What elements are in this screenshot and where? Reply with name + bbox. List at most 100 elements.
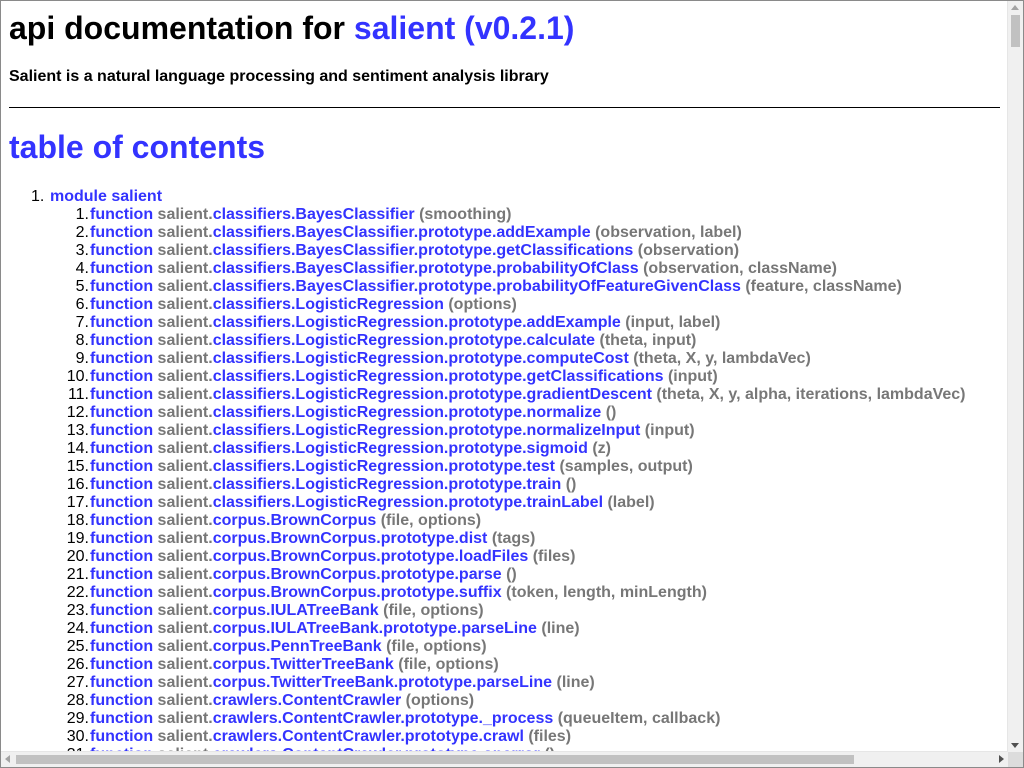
toc-item-number: 28.: [66, 692, 89, 709]
toc-item-number: 9.: [75, 350, 89, 367]
namespace-prefix: salient.: [157, 278, 213, 295]
function-name-link[interactable]: corpus.BrownCorpus.prototype.parse: [213, 566, 502, 583]
function-name-link[interactable]: crawlers.ContentCrawler: [213, 692, 402, 709]
namespace-prefix: salient.: [157, 386, 213, 403]
function-arguments: (options): [405, 692, 475, 709]
function-keyword-link[interactable]: function: [90, 566, 153, 583]
function-keyword-link[interactable]: function: [90, 458, 153, 475]
function-name-link[interactable]: crawlers.ContentCrawler.prototype.crawl: [213, 728, 524, 745]
function-arguments: (tags): [491, 530, 536, 547]
toc-function-item: 30. function salient.crawlers.ContentCraw…: [9, 728, 1000, 746]
toc-function-item: 2. function salient.classifiers.BayesClas…: [9, 224, 1000, 242]
function-name-link[interactable]: classifiers.BayesClassifier.prototype.ad…: [213, 224, 591, 241]
toc-item-signature: function salient.crawlers.ContentCrawler…: [90, 728, 571, 746]
function-keyword-link[interactable]: function: [90, 386, 153, 403]
function-name-link[interactable]: corpus.BrownCorpus.prototype.suffix: [213, 584, 502, 601]
function-name-link[interactable]: classifiers.LogisticRegression.prototype…: [213, 332, 595, 349]
horizontal-scrollbar[interactable]: [1, 751, 1008, 767]
function-arguments: (file, options): [380, 512, 482, 529]
function-keyword-link[interactable]: function: [90, 548, 153, 565]
function-name-link[interactable]: classifiers.LogisticRegression.prototype…: [213, 368, 664, 385]
function-name-link[interactable]: crawlers.ContentCrawler.prototype._proce…: [213, 710, 554, 727]
function-keyword-link[interactable]: function: [90, 296, 153, 313]
function-keyword-link[interactable]: function: [90, 728, 153, 745]
header-divider: [9, 107, 1000, 108]
function-name-link[interactable]: corpus.BrownCorpus: [213, 512, 377, 529]
function-name-link[interactable]: classifiers.LogisticRegression.prototype…: [213, 350, 629, 367]
function-name-link[interactable]: classifiers.LogisticRegression.prototype…: [213, 404, 602, 421]
function-keyword-link[interactable]: function: [90, 350, 153, 367]
function-keyword-link[interactable]: function: [90, 440, 153, 457]
function-name-link[interactable]: classifiers.BayesClassifier: [213, 206, 415, 223]
scrollbar-corner: [1008, 752, 1023, 767]
toc-item-number: 3.: [75, 242, 89, 259]
function-keyword-link[interactable]: function: [90, 422, 153, 439]
function-keyword-link[interactable]: function: [90, 656, 153, 673]
namespace-prefix: salient.: [157, 296, 213, 313]
vertical-scrollbar[interactable]: [1007, 1, 1023, 752]
namespace-prefix: salient.: [157, 602, 213, 619]
function-name-link[interactable]: corpus.BrownCorpus.prototype.loadFiles: [213, 548, 529, 565]
function-name-link[interactable]: classifiers.BayesClassifier.prototype.ge…: [213, 242, 634, 259]
function-name-link[interactable]: classifiers.LogisticRegression.prototype…: [213, 494, 603, 511]
function-keyword-link[interactable]: function: [90, 494, 153, 511]
function-name-link[interactable]: classifiers.BayesClassifier.prototype.pr…: [213, 260, 639, 277]
function-name-link[interactable]: classifiers.LogisticRegression.prototype…: [213, 476, 562, 493]
toc-function-item: 23. function salient.corpus.IULATreeBank …: [9, 602, 1000, 620]
function-name-link[interactable]: classifiers.LogisticRegression.prototype…: [213, 314, 621, 331]
function-name-link[interactable]: classifiers.LogisticRegression: [213, 296, 444, 313]
toc-function-item: 29. function salient.crawlers.ContentCraw…: [9, 710, 1000, 728]
function-name-link[interactable]: classifiers.LogisticRegression.prototype…: [213, 440, 588, 457]
function-keyword-link[interactable]: function: [90, 278, 153, 295]
function-name-link[interactable]: corpus.BrownCorpus.prototype.dist: [213, 530, 488, 547]
function-name-link[interactable]: corpus.TwitterTreeBank: [213, 656, 394, 673]
function-keyword-link[interactable]: function: [90, 692, 153, 709]
toc-item-number: 18.: [66, 512, 89, 529]
function-keyword-link[interactable]: function: [90, 476, 153, 493]
toc-heading[interactable]: table of contents: [9, 129, 265, 166]
toc-function-item: 22. function salient.corpus.BrownCorpus.p…: [9, 584, 1000, 602]
function-name-link[interactable]: classifiers.BayesClassifier.prototype.pr…: [213, 278, 741, 295]
function-keyword-link[interactable]: function: [90, 260, 153, 277]
scroll-right-arrow-icon[interactable]: [999, 755, 1004, 763]
scroll-up-arrow-icon[interactable]: [1011, 5, 1019, 10]
function-name-link[interactable]: classifiers.LogisticRegression.prototype…: [213, 422, 641, 439]
toc-item-signature: function salient.classifiers.LogisticReg…: [90, 458, 693, 476]
function-keyword-link[interactable]: function: [90, 242, 153, 259]
toc-item-signature: function salient.classifiers.LogisticReg…: [90, 368, 718, 386]
function-keyword-link[interactable]: function: [90, 404, 153, 421]
function-keyword-link[interactable]: function: [90, 674, 153, 691]
function-keyword-link[interactable]: function: [90, 638, 153, 655]
namespace-prefix: salient.: [157, 584, 213, 601]
function-keyword-link[interactable]: function: [90, 314, 153, 331]
function-name-link[interactable]: corpus.PennTreeBank: [213, 638, 382, 655]
function-keyword-link[interactable]: function: [90, 512, 153, 529]
function-keyword-link[interactable]: function: [90, 710, 153, 727]
package-version-link[interactable]: salient (v0.2.1): [354, 10, 575, 46]
vertical-scroll-thumb[interactable]: [1011, 15, 1020, 47]
function-keyword-link[interactable]: function: [90, 224, 153, 241]
module-salient-link[interactable]: module salient: [50, 188, 162, 206]
function-keyword-link[interactable]: function: [90, 602, 153, 619]
toc-function-item: 17. function salient.classifiers.Logistic…: [9, 494, 1000, 512]
function-keyword-link[interactable]: function: [90, 530, 153, 547]
namespace-prefix: salient.: [157, 674, 213, 691]
function-keyword-link[interactable]: function: [90, 620, 153, 637]
function-keyword-link[interactable]: function: [90, 206, 153, 223]
function-name-link[interactable]: corpus.TwitterTreeBank.prototype.parseLi…: [213, 674, 552, 691]
function-name-link[interactable]: corpus.IULATreeBank: [213, 602, 379, 619]
toc-function-item: 4. function salient.classifiers.BayesClas…: [9, 260, 1000, 278]
function-name-link[interactable]: corpus.IULATreeBank.prototype.parseLine: [213, 620, 537, 637]
toc-item-signature: function salient.corpus.BrownCorpus.prot…: [90, 566, 517, 584]
function-keyword-link[interactable]: function: [90, 332, 153, 349]
namespace-prefix: salient.: [157, 692, 213, 709]
toc-item-signature: function salient.classifiers.LogisticReg…: [90, 332, 696, 350]
function-name-link[interactable]: classifiers.LogisticRegression.prototype…: [213, 458, 555, 475]
function-keyword-link[interactable]: function: [90, 584, 153, 601]
scroll-down-arrow-icon[interactable]: [1011, 743, 1019, 748]
function-keyword-link[interactable]: function: [90, 368, 153, 385]
scroll-left-arrow-icon[interactable]: [5, 755, 10, 763]
function-arguments: (token, length, minLength): [506, 584, 707, 601]
function-name-link[interactable]: classifiers.LogisticRegression.prototype…: [213, 386, 652, 403]
horizontal-scroll-thumb[interactable]: [16, 755, 854, 764]
